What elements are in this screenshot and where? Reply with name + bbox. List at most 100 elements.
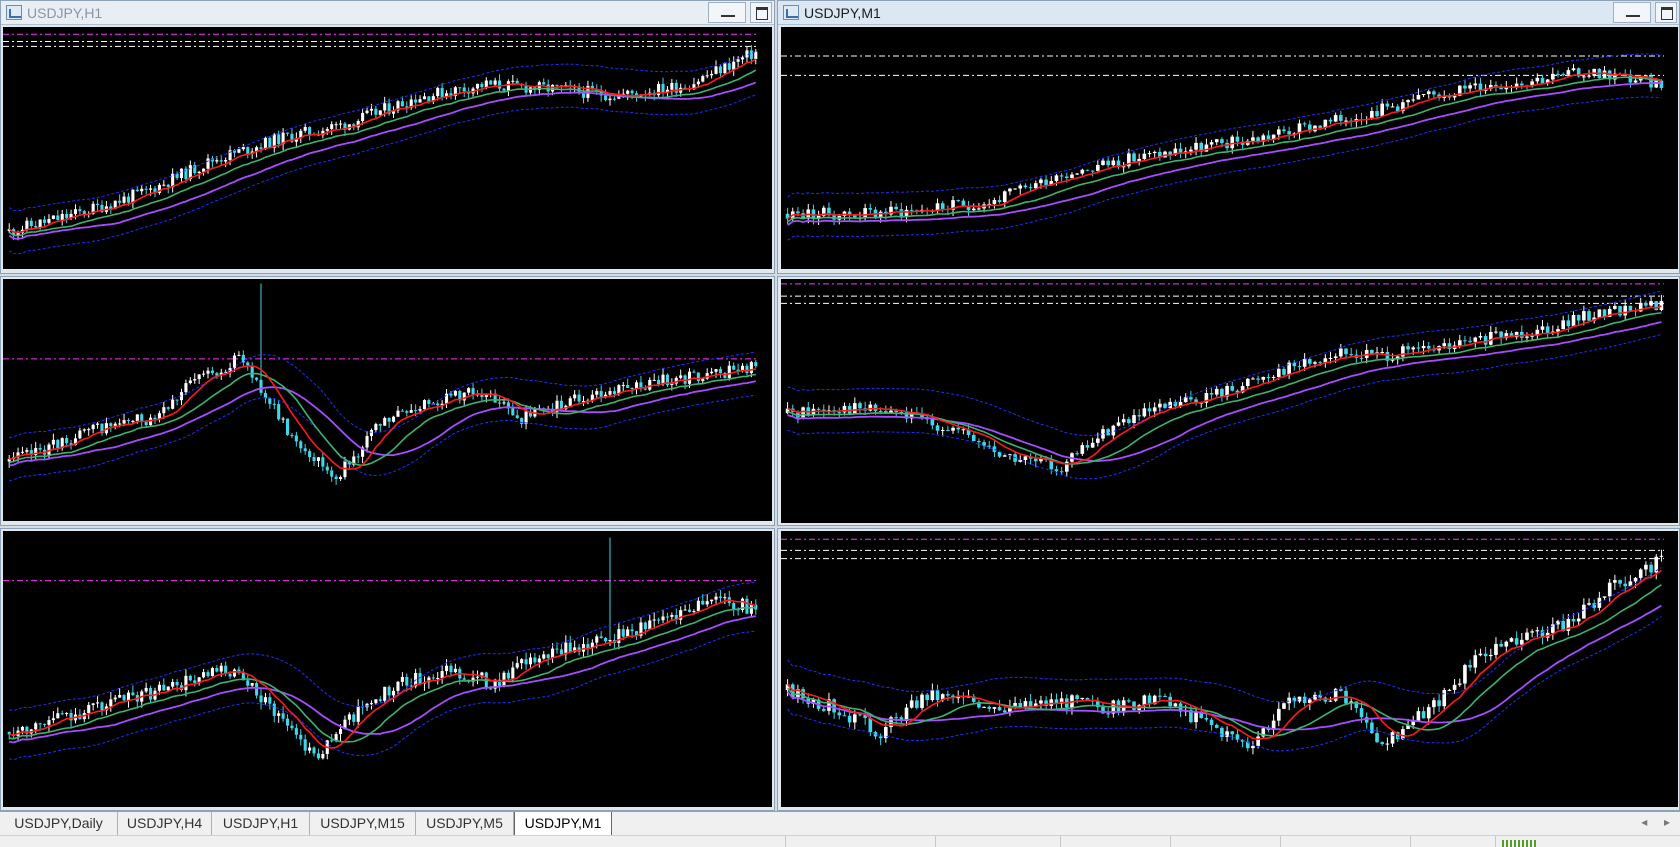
tab-scroll-arrows[interactable]: ◂ ▸ [1641, 815, 1670, 829]
candle-body [1096, 438, 1100, 443]
tab-usdjpy-m15[interactable]: USDJPY,M15 [310, 812, 416, 835]
candle-body [391, 690, 396, 696]
candle-body [1308, 359, 1312, 364]
maximize-button[interactable] [1655, 2, 1677, 23]
tab-usdjpy-h1[interactable]: USDJPY,H1 [212, 812, 310, 835]
price-chart-bot-right[interactable] [781, 531, 1678, 807]
candle-body [259, 147, 263, 149]
chart-window-bot-right[interactable] [777, 528, 1680, 811]
candle-body [1551, 73, 1555, 80]
candle-body [43, 723, 47, 725]
candle-body [449, 665, 453, 673]
candle-body [1318, 362, 1322, 364]
candle-body [409, 410, 413, 413]
candle-body [1421, 94, 1426, 96]
candle-body [1333, 115, 1338, 122]
candle-body [1426, 707, 1431, 719]
candle-body [1473, 655, 1478, 668]
moving-average-fast [787, 72, 1662, 220]
candle-body [277, 713, 281, 716]
candle-body [188, 380, 192, 384]
candle-body [1328, 357, 1333, 359]
candle-body [1571, 618, 1576, 622]
candle-body [277, 404, 281, 420]
candle-body [1607, 582, 1612, 597]
price-chart-top-left[interactable] [3, 27, 772, 269]
tab-scroll-left-icon[interactable]: ◂ [1641, 815, 1647, 829]
candle-body [506, 672, 510, 679]
candle-body [956, 427, 961, 430]
candle-body [197, 374, 201, 380]
candle-body [1514, 83, 1519, 87]
price-chart-bot-left[interactable] [3, 531, 772, 807]
candle-body [1194, 142, 1198, 150]
candle-body [38, 219, 42, 228]
candle-body [740, 57, 745, 60]
candle-body [987, 445, 992, 447]
candle-body [1488, 331, 1493, 345]
minimize-button[interactable] [1613, 2, 1651, 23]
candle-body [65, 438, 69, 444]
candle-body [1602, 70, 1607, 79]
candle-body [65, 213, 69, 219]
candle-body [1463, 665, 1467, 684]
candle-body [352, 714, 356, 722]
candle-body [356, 456, 360, 458]
window-titlebar[interactable]: USDJPY,M1 [778, 1, 1679, 25]
chart-window-mid-right[interactable] [777, 276, 1680, 526]
tab-usdjpy-m5[interactable]: USDJPY,M5 [416, 812, 514, 835]
candle-body [255, 377, 259, 380]
candle-body [206, 672, 210, 677]
candle-body [894, 206, 898, 210]
chart-window-bot-left[interactable] [0, 528, 775, 811]
candle-body [144, 687, 148, 692]
minimize-button[interactable] [708, 2, 746, 23]
candle-body [255, 683, 259, 696]
candle-body [1044, 179, 1048, 185]
candle-body [1023, 456, 1028, 460]
candle-body [1488, 654, 1493, 657]
tab-usdjpy-h4[interactable]: USDJPY,H4 [118, 812, 212, 835]
candle-body [701, 600, 705, 605]
candle-body [652, 619, 656, 621]
candle-body [440, 87, 444, 98]
candle-body [920, 694, 924, 708]
candle-body [1494, 331, 1498, 333]
candle-body [126, 420, 131, 422]
candle-body [1519, 83, 1524, 86]
price-chart-top-right[interactable] [781, 27, 1678, 269]
candle-body [1613, 580, 1617, 583]
window-titlebar[interactable]: USDJPY,H1 [1, 1, 774, 25]
maximize-button[interactable] [750, 2, 772, 23]
candle-body [1561, 74, 1565, 76]
candle-body [909, 209, 914, 211]
candle-body [1209, 142, 1214, 145]
candle-body [338, 729, 343, 735]
candle-body [1592, 603, 1597, 608]
candle-body [559, 649, 563, 655]
candle-body [378, 699, 382, 701]
tab-usdjpy-m1[interactable]: USDJPY,M1 [514, 812, 612, 836]
chart-window-usdjpy-h1[interactable]: USDJPY,H1 [0, 0, 775, 274]
candle-body [577, 394, 581, 402]
price-chart-mid-left[interactable] [3, 279, 772, 521]
tab-scroll-right-icon[interactable]: ▸ [1664, 815, 1670, 829]
candle-body [51, 439, 55, 445]
moving-average-slow [787, 321, 1662, 463]
candle-body [1421, 711, 1426, 719]
price-chart-mid-right[interactable] [781, 279, 1678, 523]
tab-usdjpy-daily[interactable]: USDJPY,Daily [0, 812, 118, 835]
candle-body [224, 160, 228, 162]
candle-body [1033, 183, 1038, 189]
candle-body [705, 75, 709, 77]
candle-body [648, 379, 652, 390]
candle-body [285, 132, 290, 134]
candle-body [1323, 358, 1328, 363]
chart-window-mid-left[interactable] [0, 276, 775, 526]
candle-body [1442, 343, 1447, 347]
candle-body [520, 418, 524, 425]
candle-body [1654, 301, 1659, 311]
chart-window-usdjpy-m1[interactable]: USDJPY,M1 [777, 0, 1680, 274]
candle-body [971, 208, 976, 211]
candle-body [506, 81, 510, 91]
